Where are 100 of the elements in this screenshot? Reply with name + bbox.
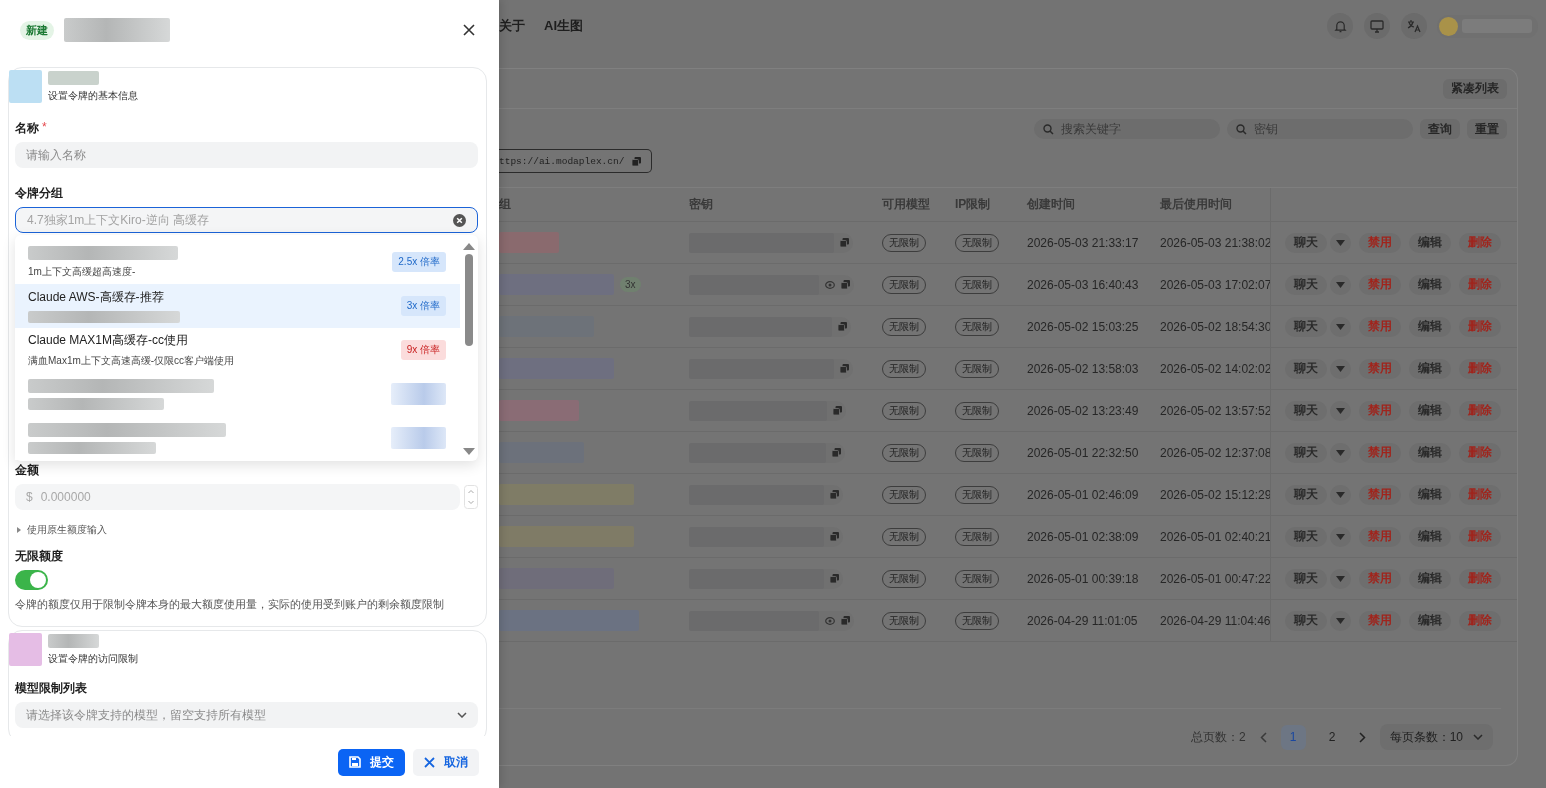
table-cell-text: 2026-04-29 11:01:05 <box>1027 613 1139 628</box>
chat-button[interactable]: 聊天 <box>1285 484 1327 505</box>
url-chip[interactable]: ttps://ai.modaplex.cn/ <box>499 149 653 173</box>
caret-down-icon <box>1336 407 1345 414</box>
action-button[interactable]: 编辑 <box>1409 400 1451 421</box>
chat-button[interactable]: 聊天 <box>1285 442 1327 463</box>
chat-button[interactable]: 聊天 <box>1285 568 1327 589</box>
chat-menu-button[interactable] <box>1330 316 1351 337</box>
copy-icon[interactable] <box>830 574 839 583</box>
table-cell-text: 2026-05-03 21:33:17 <box>1027 235 1140 250</box>
chat-menu-button[interactable] <box>1330 442 1351 463</box>
chat-button[interactable]: 聊天 <box>1285 526 1327 547</box>
column-header: 密钥 <box>689 196 714 213</box>
danger-action-button[interactable]: 禁用 <box>1359 232 1401 253</box>
danger-action-button[interactable]: 删除 <box>1459 400 1501 421</box>
page-size-select[interactable]: 每页条数：10 <box>1379 724 1493 750</box>
chevron-right-icon[interactable] <box>1358 731 1366 743</box>
copy-icon[interactable] <box>833 406 842 415</box>
chat-menu-button[interactable] <box>1330 274 1351 295</box>
toolbar-button[interactable]: 重置 <box>1467 119 1507 139</box>
action-button[interactable]: 编辑 <box>1409 442 1451 463</box>
danger-action-button[interactable]: 禁用 <box>1359 610 1401 631</box>
cancel-button[interactable]: 取消 <box>413 748 479 776</box>
nav-link[interactable]: 关于 <box>499 17 525 35</box>
danger-action-button[interactable]: 删除 <box>1459 316 1501 337</box>
field-label: 金额 <box>15 462 39 479</box>
group-select[interactable]: 4.7独家1m上下文Kiro-逆向 高缓存 <box>15 207 478 233</box>
danger-action-button[interactable]: 删除 <box>1459 568 1501 589</box>
copy-icon[interactable] <box>838 322 847 331</box>
monitor-icon <box>1370 19 1384 33</box>
chat-button[interactable]: 聊天 <box>1285 274 1327 295</box>
chat-button[interactable]: 聊天 <box>1285 610 1327 631</box>
copy-icon[interactable] <box>632 156 642 166</box>
name-input[interactable]: 请输入名称 <box>15 142 478 168</box>
submit-button[interactable]: 提交 <box>338 748 405 776</box>
copy-icon[interactable] <box>830 532 839 541</box>
copy-icon[interactable] <box>841 280 850 289</box>
scrollbar-thumb[interactable] <box>465 254 473 346</box>
copy-icon[interactable] <box>840 364 849 373</box>
danger-action-button[interactable]: 删除 <box>1459 610 1501 631</box>
action-button[interactable]: 编辑 <box>1409 358 1451 379</box>
chat-button[interactable]: 聊天 <box>1285 316 1327 337</box>
chat-button[interactable]: 聊天 <box>1285 400 1327 421</box>
danger-action-button[interactable]: 禁用 <box>1359 316 1401 337</box>
danger-action-button[interactable]: 禁用 <box>1359 568 1401 589</box>
action-button[interactable]: 编辑 <box>1409 568 1451 589</box>
chat-menu-button[interactable] <box>1330 484 1351 505</box>
chat-menu-button[interactable] <box>1330 568 1351 589</box>
danger-action-button[interactable]: 删除 <box>1459 358 1501 379</box>
danger-action-button[interactable]: 禁用 <box>1359 358 1401 379</box>
action-button[interactable]: 编辑 <box>1409 526 1451 547</box>
action-button[interactable]: 编辑 <box>1409 274 1451 295</box>
chat-menu-button[interactable] <box>1330 232 1351 253</box>
chat-menu-button[interactable] <box>1330 400 1351 421</box>
danger-action-button[interactable]: 删除 <box>1459 526 1501 547</box>
model-select[interactable]: 请选择该令牌支持的模型，留空支持所有模型 <box>15 702 478 728</box>
caret-down-icon <box>1336 575 1345 582</box>
copy-icon[interactable] <box>830 490 839 499</box>
danger-action-button[interactable]: 禁用 <box>1359 274 1401 295</box>
danger-action-button[interactable]: 禁用 <box>1359 442 1401 463</box>
danger-action-button[interactable]: 禁用 <box>1359 400 1401 421</box>
chat-menu-button[interactable] <box>1330 526 1351 547</box>
action-button[interactable]: 编辑 <box>1409 232 1451 253</box>
danger-action-button[interactable]: 删除 <box>1459 274 1501 295</box>
scroll-down-icon[interactable] <box>463 448 475 455</box>
chat-menu-button[interactable] <box>1330 610 1351 631</box>
page-button[interactable]: 2 <box>1319 724 1345 750</box>
danger-action-button[interactable]: 禁用 <box>1359 484 1401 505</box>
action-button[interactable]: 编辑 <box>1409 610 1451 631</box>
language-button[interactable] <box>1401 13 1427 39</box>
chat-button[interactable]: 聊天 <box>1285 232 1327 253</box>
toolbar-button[interactable]: 查询 <box>1420 119 1460 139</box>
eye-icon[interactable] <box>825 616 835 625</box>
select-placeholder: 4.7独家1m上下文Kiro-逆向 高缓存 <box>27 211 210 229</box>
page-button[interactable]: 1 <box>1280 724 1306 750</box>
dropdown-option[interactable]: Claude AWS-高缓存-推荐 3x 倍率 <box>15 284 460 328</box>
action-button[interactable]: 编辑 <box>1409 316 1451 337</box>
copy-icon[interactable] <box>832 448 841 457</box>
amount-value: 0.000000 <box>40 490 91 504</box>
copy-icon[interactable] <box>841 616 850 625</box>
chat-button[interactable]: 聊天 <box>1285 358 1327 379</box>
chevron-left-icon[interactable] <box>1259 731 1267 743</box>
copy-icon[interactable] <box>840 238 849 247</box>
danger-action-button[interactable]: 删除 <box>1459 484 1501 505</box>
field-label: 名称 <box>15 120 39 137</box>
scroll-up-icon[interactable] <box>463 243 475 250</box>
notification-button[interactable] <box>1327 13 1353 39</box>
danger-action-button[interactable]: 删除 <box>1459 232 1501 253</box>
unlimited-switch[interactable] <box>15 570 48 590</box>
danger-action-button[interactable]: 删除 <box>1459 442 1501 463</box>
clear-icon[interactable] <box>453 213 466 227</box>
table-cell: 2026-05-01 02:40:21 <box>1160 529 1270 544</box>
display-button[interactable] <box>1364 13 1390 39</box>
danger-action-button[interactable]: 禁用 <box>1359 526 1401 547</box>
compact-list-button[interactable]: 紧凑列表 <box>1443 78 1507 99</box>
chat-menu-button[interactable] <box>1330 358 1351 379</box>
native-quota-toggle[interactable]: 使用原生额度输入 <box>15 522 478 538</box>
eye-icon[interactable] <box>825 280 835 289</box>
nav-link[interactable]: AI生图 <box>544 17 583 35</box>
action-button[interactable]: 编辑 <box>1409 484 1451 505</box>
